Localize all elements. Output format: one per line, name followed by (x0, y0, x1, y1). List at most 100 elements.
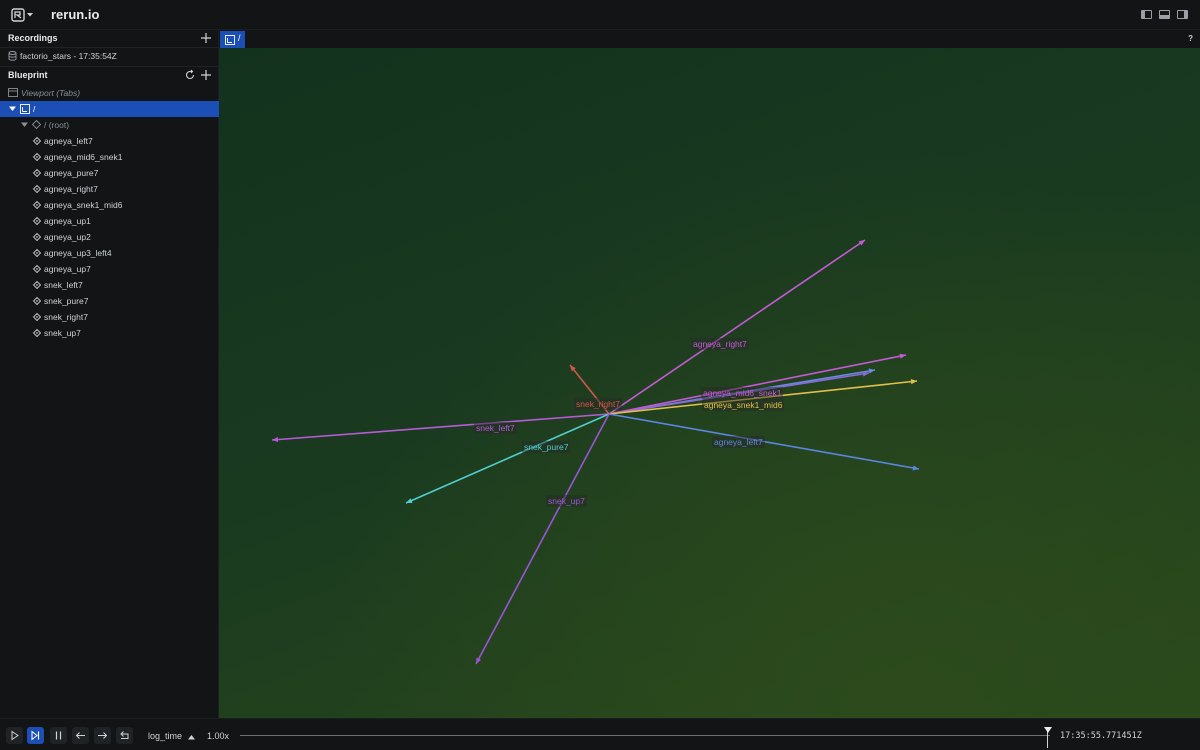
pause-button[interactable] (50, 727, 67, 744)
tab-label: / (238, 33, 241, 43)
chevron-up-icon (187, 734, 195, 740)
step-back-button[interactable] (72, 727, 89, 744)
arrow-label-agneya-snek1-mid6[interactable]: agneya_snek1_mid6 (702, 399, 785, 411)
recordings-header: Recordings (0, 30, 219, 48)
entity-label: snek_pure7 (44, 296, 89, 306)
arrow-label-snek-left7[interactable]: snek_left7 (474, 422, 517, 434)
spatial-3d-viewport[interactable]: agneya_right7 agneya_mid6_snek1 agneya_sne… (219, 48, 1200, 718)
recording-item[interactable]: factorio_stars - 17:35:54Z (0, 48, 219, 64)
entity-label: snek_up7 (44, 328, 81, 338)
loop-icon (120, 731, 129, 739)
entity-icon (33, 153, 41, 161)
database-icon (8, 51, 17, 61)
left-panel: Recordings factorio_stars - 17:35:54Z Bl… (0, 30, 219, 718)
arrow-label-snek-pure7[interactable]: snek_pure7 (522, 441, 571, 453)
entity-icon (33, 169, 41, 177)
entity-label: agneya_right7 (44, 184, 98, 194)
blueprint-header: Blueprint (0, 67, 219, 85)
loop-button[interactable] (116, 727, 133, 744)
arrow-head (912, 465, 919, 471)
entity-label: agneya_mid6_snek1 (44, 152, 123, 162)
current-time: 17:35:55.771451Z (1060, 731, 1142, 741)
toggle-left-panel-icon[interactable] (1141, 10, 1152, 19)
follow-button[interactable] (27, 727, 44, 744)
entity-item[interactable]: agneya_snek1_mid6 (0, 197, 219, 213)
entity-icon (33, 265, 41, 273)
playback-speed[interactable]: 1.00x (207, 731, 229, 741)
add-view-icon[interactable] (200, 69, 212, 81)
entity-item[interactable]: snek_pure7 (0, 293, 219, 309)
entity-item[interactable]: agneya_pure7 (0, 165, 219, 181)
entity-item[interactable]: agneya_left7 (0, 133, 219, 149)
chevron-down-icon[interactable] (21, 122, 28, 128)
entity-item[interactable]: snek_up7 (0, 325, 219, 341)
arrow-label-agneya-mid6-snek1[interactable]: agneya_mid6_snek1 (701, 387, 784, 399)
root-label: / (root) (44, 120, 70, 130)
recording-label: factorio_stars - 17:35:54Z (20, 51, 117, 61)
arrow-left-icon (75, 732, 85, 739)
entity-icon (33, 297, 41, 305)
entity-icon (33, 201, 41, 209)
add-recording-icon[interactable] (200, 32, 212, 44)
entity-label: agneya_snek1_mid6 (44, 200, 123, 210)
app-title: rerun.io (51, 7, 100, 22)
entity-item[interactable]: agneya_up2 (0, 229, 219, 245)
toggle-right-panel-icon[interactable] (1177, 10, 1188, 19)
entity-icon (33, 217, 41, 225)
entity-item[interactable]: agneya_up1 (0, 213, 219, 229)
arrow-label-snek-right7[interactable]: snek_right7 (574, 398, 622, 410)
arrow-label-agneya-right7[interactable]: agneya_right7 (691, 338, 749, 350)
entity-label: agneya_up1 (44, 216, 91, 226)
arrow-label-agneya-left7[interactable]: agneya_left7 (712, 436, 765, 448)
play-button[interactable] (6, 727, 23, 744)
reset-blueprint-icon[interactable] (184, 69, 196, 81)
rerun-logo-icon[interactable] (11, 8, 25, 22)
timeline-name: log_time (148, 731, 183, 741)
entity-label: agneya_left7 (44, 136, 93, 146)
entity-item[interactable]: agneya_right7 (0, 181, 219, 197)
entity-item[interactable]: agneya_up7 (0, 261, 219, 277)
time-track[interactable] (240, 735, 1050, 736)
chevron-down-icon[interactable] (9, 106, 16, 112)
view-item-root[interactable]: / (0, 101, 219, 117)
entity-item[interactable]: snek_right7 (0, 309, 219, 325)
entity-item[interactable]: snek_left7 (0, 277, 219, 293)
entity-icon (33, 137, 41, 145)
timeline-bar: log_time 1.00x 17:35:55.771451Z (0, 718, 1200, 750)
entity-label: agneya_pure7 (44, 168, 99, 178)
arrows-canvas (271, 239, 920, 665)
root-entity-item[interactable]: / (root) (0, 117, 219, 133)
entity-icon (33, 233, 41, 241)
chevron-down-icon[interactable] (27, 12, 33, 18)
spatial-view-icon (225, 35, 235, 45)
recordings-title: Recordings (8, 33, 58, 43)
entity-item[interactable]: agneya_mid6_snek1 (0, 149, 219, 165)
entity-label: snek_right7 (44, 312, 88, 322)
arrow-head (272, 436, 279, 443)
viewport-item[interactable]: Viewport (Tabs) (0, 85, 219, 101)
viewport-icon (8, 88, 18, 97)
view-label: / (33, 104, 36, 114)
blueprint-title: Blueprint (8, 70, 48, 80)
top-bar: rerun.io (0, 0, 1200, 30)
entity-icon (33, 249, 41, 257)
time-cursor-handle[interactable] (1044, 727, 1052, 733)
pause-icon (55, 731, 62, 740)
step-forward-button[interactable] (94, 727, 111, 744)
entity-label: agneya_up7 (44, 264, 91, 274)
tab-root-view[interactable]: / (220, 31, 245, 48)
entity-icon (33, 185, 41, 193)
play-icon (11, 730, 19, 741)
spatial-view-icon (20, 104, 30, 114)
entity-item[interactable]: agneya_up3_left4 (0, 245, 219, 261)
entity-icon (33, 329, 41, 337)
arrow-head (868, 368, 875, 374)
entity-label: snek_left7 (44, 280, 83, 290)
entity-label: agneya_up2 (44, 232, 91, 242)
help-icon[interactable]: ? (1188, 34, 1193, 43)
follow-icon (31, 730, 40, 741)
toggle-bottom-panel-icon[interactable] (1159, 10, 1170, 19)
timeline-selector[interactable]: log_time (148, 731, 195, 741)
arrow-label-snek-up7[interactable]: snek_up7 (546, 495, 587, 507)
arrow-right-icon (98, 732, 108, 739)
